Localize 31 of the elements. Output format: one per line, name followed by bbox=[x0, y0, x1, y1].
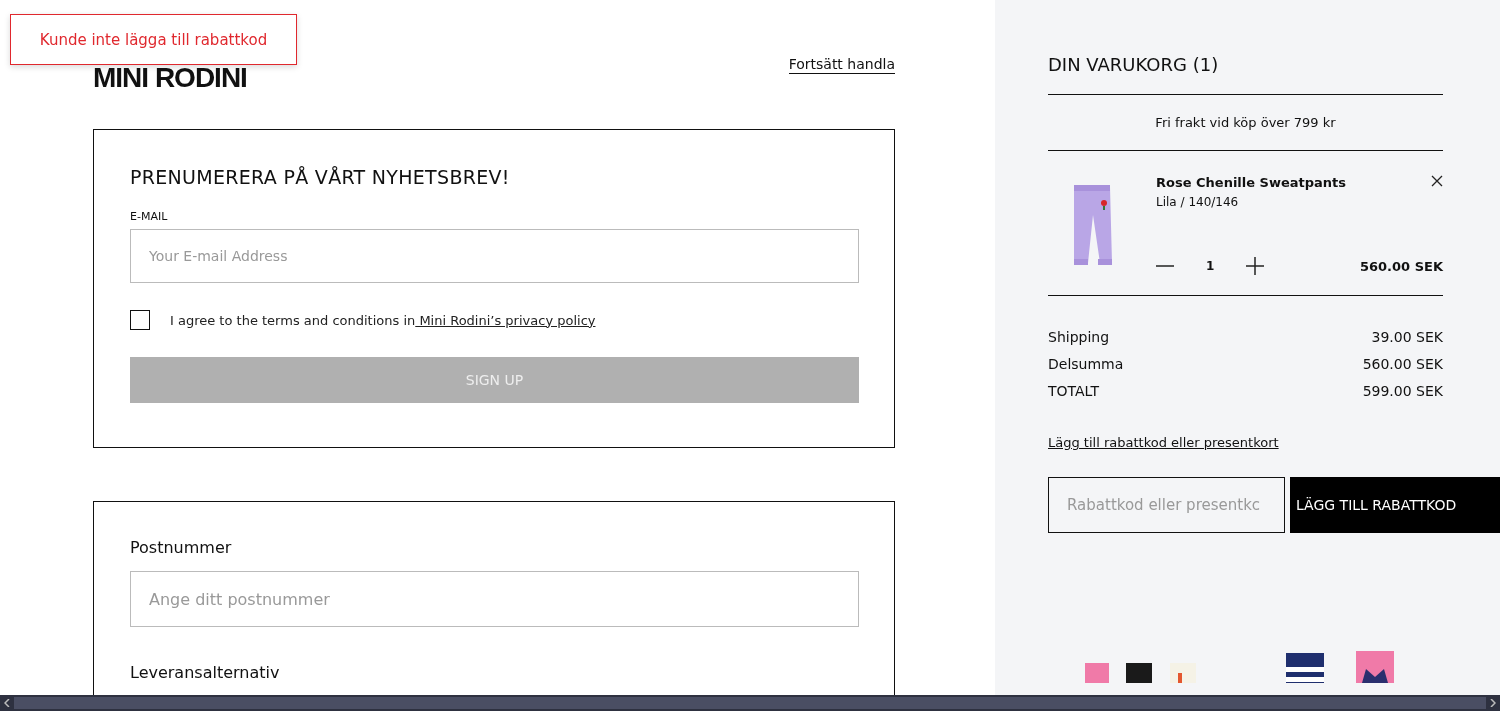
error-toast: Kunde inte lägga till rabattkod bbox=[10, 14, 297, 65]
total-value: 39.00 SEK bbox=[1371, 328, 1443, 347]
consent-checkbox[interactable] bbox=[130, 310, 150, 330]
logo[interactable]: MINI RODINI bbox=[93, 64, 247, 92]
postcode-label: Postnummer bbox=[130, 538, 233, 557]
continue-shopping-link[interactable]: Fortsätt handla bbox=[788, 56, 895, 74]
scrollbar-thumb[interactable] bbox=[14, 697, 1486, 709]
free-shipping-note: Fri frakt vid köp över 799 kr bbox=[1048, 95, 1443, 151]
total-value: 560.00 SEK bbox=[1362, 355, 1443, 374]
consent-text: I agree to the terms and conditions in Mini Rodini’s privacy policy bbox=[170, 312, 596, 328]
add-discount-button[interactable]: LÄGG TILL RABATTKOD bbox=[1290, 477, 1500, 533]
privacy-policy-link[interactable]: Mini Rodini’s privacy policy bbox=[415, 312, 596, 328]
total-label: TOTALT bbox=[1048, 382, 1100, 401]
newsletter-title: PRENUMERERA PÅ VÅRT NYHETSBREV! bbox=[130, 166, 511, 188]
cart-title: DIN VARUKORG (1) bbox=[1048, 54, 1443, 95]
postcode-field[interactable]: Ange ditt postnummer bbox=[130, 571, 859, 627]
product-variant: Lila / 140/146 bbox=[1156, 195, 1240, 209]
total-label: Delsumma bbox=[1048, 355, 1124, 374]
close-icon[interactable] bbox=[1431, 175, 1443, 187]
delivery-options-label: Leveransalternativ bbox=[130, 663, 281, 682]
horizontal-scrollbar[interactable] bbox=[0, 695, 1500, 711]
plus-icon[interactable] bbox=[1246, 257, 1265, 275]
email-field[interactable]: Your E-mail Address bbox=[130, 229, 859, 283]
product-name[interactable]: Rose Chenille Sweatpants bbox=[1156, 175, 1347, 190]
quantity-value: 1 bbox=[1206, 259, 1215, 273]
discount-link[interactable]: Lägg till rabattkod eller presentkort bbox=[1048, 435, 1443, 450]
discount-code-field[interactable]: Rabattkod eller presentkc bbox=[1048, 477, 1285, 533]
item-price: 560.00 SEK bbox=[1360, 258, 1443, 274]
email-label: E-MAIL bbox=[130, 210, 169, 223]
total-label: Shipping bbox=[1048, 328, 1110, 347]
total-value: 599.00 SEK bbox=[1362, 382, 1443, 401]
